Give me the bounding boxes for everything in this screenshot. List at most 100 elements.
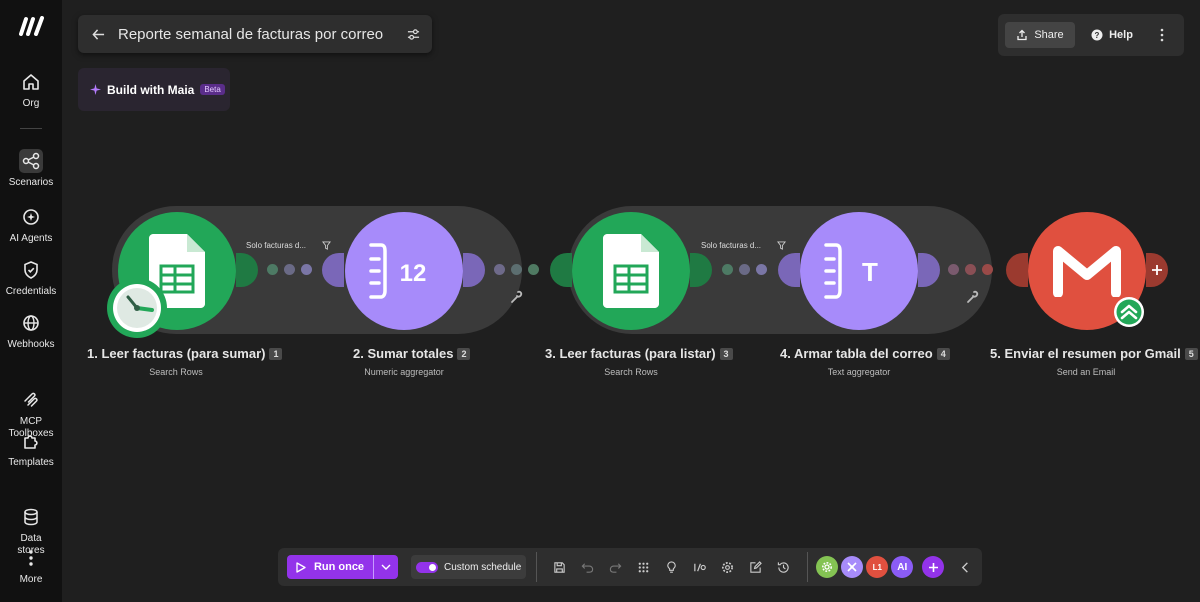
arrow-left-icon — [91, 28, 104, 40]
input-connector[interactable] — [550, 253, 572, 287]
redo-button[interactable] — [601, 561, 629, 574]
scenario-settings-button[interactable] — [394, 28, 432, 41]
edit-note-icon — [750, 560, 762, 573]
explain-flow-button[interactable] — [657, 560, 685, 574]
add-module-button[interactable] — [1146, 253, 1168, 287]
connection-dot — [267, 264, 278, 275]
sliders-icon — [407, 28, 419, 40]
sidebar-item-org[interactable]: Org — [0, 70, 62, 109]
module-title: 1. Leer facturas (para sumar) — [87, 346, 266, 361]
lightbulb-icon — [666, 560, 676, 573]
play-icon — [296, 561, 306, 573]
scenario-canvas[interactable]: Solo facturas d... 12 Solo facturas d... — [62, 0, 1200, 602]
filter-icon — [322, 241, 332, 250]
puzzle-icon — [19, 429, 43, 453]
collapse-toolbar-button[interactable] — [951, 561, 979, 574]
bottom-toolbar: Run once Custom schedule L1 AI — [278, 548, 982, 586]
build-with-maia-button[interactable]: Build with Maia Beta — [78, 68, 230, 111]
io-button[interactable] — [685, 561, 713, 574]
filter-icon — [777, 241, 787, 250]
instant-trigger-icon — [1114, 297, 1144, 327]
globe-icon — [19, 311, 43, 335]
module-4-text-aggregator[interactable]: T — [800, 212, 918, 330]
app-badge-flow-control[interactable] — [841, 556, 864, 578]
module-4-subtitle: Text aggregator — [827, 367, 891, 377]
save-button[interactable] — [545, 561, 573, 574]
sidebar-item-more[interactable]: More — [0, 546, 62, 585]
run-once-button[interactable]: Run once — [287, 555, 373, 579]
chevron-down-icon — [381, 564, 391, 570]
make-logo-icon[interactable] — [19, 16, 45, 36]
module-5-subtitle: Send an Email — [1056, 367, 1116, 377]
database-icon — [19, 493, 43, 526]
module-number-badge: 3 — [719, 347, 733, 360]
module-5-label[interactable]: 5. Enviar el resumen por Gmail 5 — [990, 346, 1198, 361]
module-title: 3. Leer facturas (para listar) — [545, 346, 716, 361]
more-vertical-icon — [1160, 28, 1164, 42]
history-button[interactable] — [769, 561, 797, 574]
home-icon — [19, 70, 43, 94]
connection-dot — [965, 264, 976, 275]
custom-schedule-label: Custom schedule — [444, 561, 522, 573]
help-label: Help — [1109, 29, 1133, 41]
route-filter[interactable]: Solo facturas d... — [701, 241, 787, 250]
toolbar-divider — [536, 552, 538, 582]
save-icon — [554, 561, 565, 573]
sidebar-item-ai-agents[interactable]: AI Agents — [0, 205, 62, 244]
connection-dot — [948, 264, 959, 275]
module-1-subtitle: Search Rows — [149, 367, 203, 377]
input-connector[interactable] — [1006, 253, 1028, 287]
custom-schedule-toggle[interactable]: Custom schedule — [411, 555, 527, 579]
flow-control-icon — [847, 562, 857, 572]
add-app-button[interactable] — [922, 556, 945, 578]
tools-gear-icon — [822, 562, 833, 572]
numeric-aggregator-icon: 12 — [369, 243, 426, 299]
module-number-badge: 2 — [457, 347, 471, 360]
wrench-icon[interactable] — [510, 290, 524, 304]
back-button[interactable] — [78, 28, 118, 41]
route-filter[interactable]: Solo facturas d... — [246, 241, 332, 250]
share-button[interactable]: Share — [1005, 22, 1075, 48]
help-icon: ? — [1091, 29, 1103, 41]
connection-dot — [301, 264, 312, 275]
mcp-icon — [19, 376, 43, 407]
undo-button[interactable] — [573, 561, 601, 574]
chevron-left-icon — [961, 561, 968, 573]
module-2-numeric-aggregator[interactable]: 12 — [345, 212, 463, 330]
settings-button[interactable] — [713, 561, 741, 574]
toggle-switch[interactable] — [416, 561, 438, 573]
toolbar-divider — [807, 552, 809, 582]
text-aggregator-icon: T — [824, 243, 878, 299]
sidebar-divider — [20, 128, 42, 129]
scenario-title-bar: Reporte semanal de facturas por correo — [78, 15, 432, 53]
module-2-label[interactable]: 2. Sumar totales 2 — [353, 346, 471, 361]
sidebar-item-credentials[interactable]: Credentials — [0, 258, 62, 297]
scenario-title[interactable]: Reporte semanal de facturas por correo — [118, 26, 394, 43]
svg-text:?: ? — [1095, 31, 1100, 40]
app-badge-ai[interactable]: AI — [891, 556, 914, 578]
connection-dot — [494, 264, 505, 275]
module-3-label[interactable]: 3. Leer facturas (para listar) 3 — [545, 346, 733, 361]
sidebar-item-templates[interactable]: Templates — [0, 429, 62, 468]
sidebar-item-webhooks[interactable]: Webhooks — [0, 311, 62, 350]
wrench-icon[interactable] — [966, 290, 980, 304]
grid-button[interactable] — [629, 561, 657, 574]
help-button[interactable]: ? Help — [1081, 22, 1143, 48]
share-label: Share — [1034, 29, 1064, 41]
app-badge-tools[interactable] — [816, 556, 839, 578]
notes-button[interactable] — [741, 560, 769, 574]
plus-icon — [928, 562, 938, 572]
connection-dot — [722, 264, 733, 275]
sidebar-item-scenarios[interactable]: Scenarios — [0, 149, 62, 188]
run-options-dropdown[interactable] — [373, 555, 398, 579]
module-1-label[interactable]: 1. Leer facturas (para sumar) 1 — [87, 346, 283, 361]
clock-trigger-icon[interactable] — [106, 277, 168, 339]
sidebar-item-label: Webhooks — [7, 339, 55, 350]
module-title: 5. Enviar el resumen por Gmail — [990, 346, 1181, 361]
app-badge-l1[interactable]: L1 — [866, 556, 889, 578]
sidebar-item-label: More — [19, 574, 43, 585]
sidebar: Org Scenarios AI Agents Credentials Webh… — [0, 0, 62, 602]
more-options-button[interactable] — [1147, 28, 1177, 42]
module-4-label[interactable]: 4. Armar tabla del correo 4 — [780, 346, 950, 361]
module-3-google-sheets[interactable] — [572, 212, 690, 330]
